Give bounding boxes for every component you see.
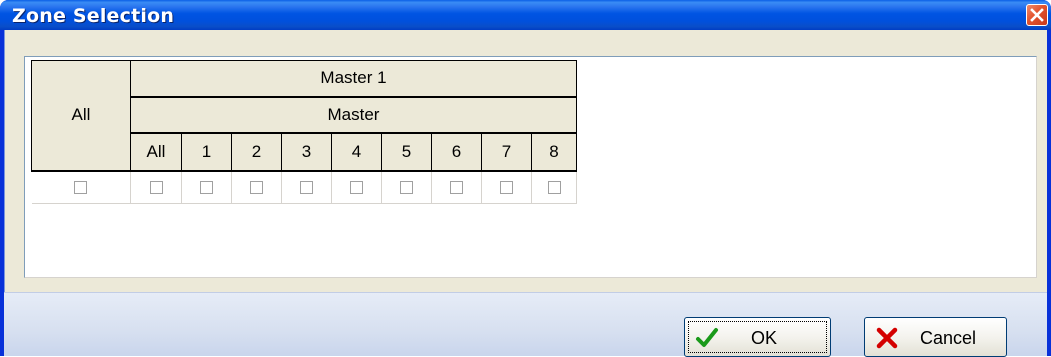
checkbox-zone-3[interactable] [300, 181, 313, 195]
column-header[interactable]: 3 [281, 132, 332, 172]
checkbox-cell [281, 170, 332, 204]
ok-label: OK [751, 328, 778, 348]
header-all[interactable]: All [31, 60, 131, 172]
window-title: Zone Selection [12, 5, 175, 27]
checkbox-cell [431, 170, 482, 204]
checkbox-cell [531, 170, 577, 204]
cancel-label: Cancel [920, 328, 977, 348]
close-icon [1030, 8, 1044, 22]
checkbox-zone-8[interactable] [547, 181, 561, 195]
column-header[interactable]: 8 [531, 132, 577, 172]
zone-grid: All Master 1 Master All 1 2 3 4 5 6 7 8 [31, 60, 577, 204]
checkmark-icon [696, 328, 718, 347]
checkbox-zone-5[interactable] [400, 181, 413, 195]
checkbox-cell [481, 170, 532, 204]
title-bar[interactable]: Zone Selection [0, 0, 1051, 30]
column-header[interactable]: 6 [431, 132, 482, 172]
checkbox-zone-1[interactable] [200, 181, 213, 195]
checkbox-all[interactable] [74, 181, 88, 195]
column-header[interactable]: 7 [481, 132, 532, 172]
checkbox-master-all[interactable] [149, 181, 163, 195]
zone-table: All Master 1 Master All 1 2 3 4 5 6 7 8 [31, 60, 577, 204]
column-header[interactable]: 2 [231, 132, 282, 172]
close-button[interactable] [1026, 4, 1048, 26]
x-icon [876, 327, 898, 349]
column-header[interactable]: All [130, 132, 182, 172]
checkbox-cell [231, 170, 282, 204]
checkbox-cell [130, 170, 182, 204]
checkbox-zone-4[interactable] [350, 181, 363, 195]
column-header[interactable]: 1 [181, 132, 232, 172]
column-header[interactable]: 4 [331, 132, 382, 172]
checkbox-cell-all [31, 170, 131, 204]
checkbox-cell [181, 170, 232, 204]
column-header[interactable]: 5 [381, 132, 432, 172]
checkbox-zone-6[interactable] [450, 181, 463, 195]
header-group[interactable]: Master 1 [130, 60, 577, 98]
checkbox-cell [331, 170, 382, 204]
zone-grid-panel: All Master 1 Master All 1 2 3 4 5 6 7 8 [24, 56, 1037, 278]
checkbox-cell [381, 170, 432, 204]
header-subgroup[interactable]: Master [130, 96, 577, 134]
ok-button[interactable]: OK [684, 317, 831, 357]
cancel-button[interactable]: Cancel [864, 317, 1007, 357]
checkbox-zone-2[interactable] [250, 181, 263, 195]
checkbox-zone-7[interactable] [500, 181, 513, 195]
